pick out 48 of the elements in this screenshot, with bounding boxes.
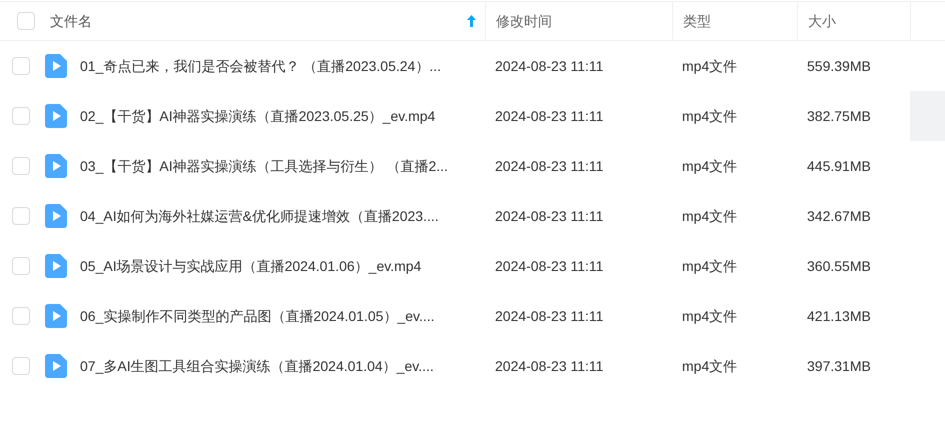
modified-time: 2024-08-23 11:11 — [494, 306, 604, 326]
file-size: 360.55MB — [806, 256, 872, 276]
file-type: mp4文件 — [681, 256, 738, 276]
modified-time: 2024-08-23 11:11 — [494, 56, 604, 76]
modified-time: 2024-08-23 11:11 — [494, 156, 604, 176]
video-file-icon — [45, 204, 67, 228]
file-name[interactable]: 04_AI如何为海外社媒运营&优化师提速增效（直播2023.... — [80, 206, 439, 226]
column-header[interactable]: 文件名 — [50, 10, 92, 32]
file-name[interactable]: 06_实操制作不同类型的产品图（直播2024.01.05）_ev.... — [80, 306, 435, 326]
checkbox[interactable] — [12, 357, 30, 375]
modified-time: 2024-08-23 11:11 — [494, 256, 604, 276]
file-name[interactable]: 03_【干货】AI神器实操演练（工具选择与衍生） （直播2... — [80, 156, 448, 176]
file-type: mp4文件 — [681, 306, 738, 326]
column-header[interactable]: 修改时间 — [496, 10, 552, 32]
file-size: 382.75MB — [806, 106, 872, 126]
file-name[interactable]: 02_【干货】AI神器实操演练（直播2023.05.25）_ev.mp4 — [80, 106, 436, 126]
checkbox[interactable] — [12, 107, 30, 125]
video-file-icon — [45, 254, 67, 278]
file-size: 342.67MB — [806, 206, 872, 226]
checkbox[interactable] — [12, 157, 30, 175]
column-header[interactable]: 类型 — [683, 10, 711, 32]
file-name[interactable]: 07_多AI生图工具组合实操演练（直播2024.01.04）_ev.... — [80, 356, 434, 376]
file-type: mp4文件 — [681, 56, 738, 76]
modified-time: 2024-08-23 11:11 — [494, 106, 604, 126]
sort-arrow-icon[interactable] — [467, 15, 476, 27]
file-name[interactable]: 05_AI场景设计与实战应用（直播2024.01.06）_ev.mp4 — [80, 256, 422, 276]
file-type: mp4文件 — [681, 106, 738, 126]
modified-time: 2024-08-23 11:11 — [494, 356, 604, 376]
file-size: 421.13MB — [806, 306, 872, 326]
video-file-icon — [45, 54, 67, 78]
checkbox[interactable] — [12, 257, 30, 275]
video-file-icon — [45, 154, 67, 178]
file-size: 445.91MB — [806, 156, 872, 176]
file-type: mp4文件 — [681, 206, 738, 226]
file-type: mp4文件 — [681, 156, 738, 176]
column-header[interactable]: 大小 — [808, 10, 836, 32]
checkbox[interactable] — [12, 207, 30, 225]
checkbox[interactable] — [17, 12, 35, 30]
video-file-icon — [45, 354, 67, 378]
file-name[interactable]: 01_奇点已来，我们是否会被替代？ （直播2023.05.24）... — [80, 56, 441, 76]
file-size: 397.31MB — [806, 356, 872, 376]
file-size: 559.39MB — [806, 56, 872, 76]
modified-time: 2024-08-23 11:11 — [494, 206, 604, 226]
checkbox[interactable] — [12, 57, 30, 75]
file-type: mp4文件 — [681, 356, 738, 376]
video-file-icon — [45, 104, 67, 128]
video-file-icon — [45, 304, 67, 328]
checkbox[interactable] — [12, 307, 30, 325]
